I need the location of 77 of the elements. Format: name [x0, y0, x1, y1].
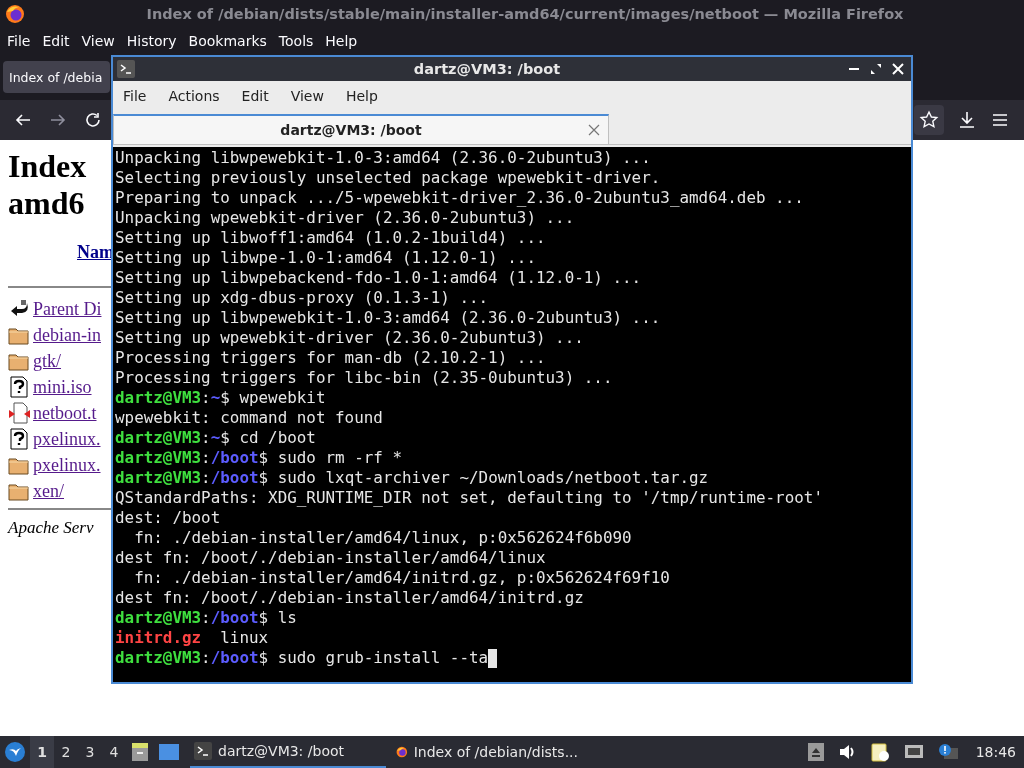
terminal-tab[interactable]: dartz@VM3: /boot [113, 114, 609, 144]
menu-item[interactable]: Bookmarks [188, 33, 267, 49]
start-menu-icon[interactable] [4, 741, 26, 763]
eject-icon[interactable] [807, 743, 824, 761]
page-heading: Index [8, 148, 87, 185]
menu-item[interactable]: Help [345, 88, 378, 104]
server-signature: Apache Serv [8, 518, 94, 538]
menu-item[interactable]: Help [325, 33, 358, 49]
terminal-line: dartz@VM3:/boot$ sudo grub-install --ta [115, 648, 911, 668]
firefox-icon [5, 4, 25, 24]
terminal-line: fn: ./debian-installer/amd64/linux, p:0x562624f6b090 [133, 528, 633, 548]
terminal-line: Setting up xdg-dbus-proxy (0.1.3-1) ... [115, 288, 490, 308]
terminal-icon [194, 742, 212, 760]
menu-item[interactable]: Edit [241, 88, 269, 104]
terminal-line: initrd.gz linux [115, 628, 270, 648]
terminal-line: Selecting previously unselected package wpewebkit-driver. [115, 168, 662, 188]
terminal-line: dartz@VM3:/boot$ ls [115, 608, 298, 628]
terminal-line: dest fn: /boot/./debian-installer/amd64/initrd.gz [115, 588, 585, 608]
file-link[interactable]: mini.iso [33, 376, 92, 398]
browser-tab[interactable]: Index of /debia [3, 61, 110, 93]
notification-icon[interactable] [937, 743, 958, 761]
terminal-line: Setting up libwpebackend-fdo-1.0-1:amd64 (1.12.0-1) ... [115, 268, 643, 288]
desktop-switch[interactable]: 2 [54, 736, 78, 768]
taskbar-button[interactable]: dartz@VM3: /boot [190, 736, 386, 768]
terminal-line: fn: ./debian-installer/amd64/initrd.gz, p:0x562624f69f10 [133, 568, 671, 588]
download-icon[interactable] [957, 110, 977, 130]
maximize-icon[interactable] [869, 62, 883, 76]
menu-item[interactable]: File [7, 33, 31, 49]
terminal-line: dartz@VM3:~$ cd /boot [115, 428, 317, 448]
file-link[interactable]: gtk/ [33, 350, 61, 372]
terminal-line: dest fn: /boot/./debian-installer/amd64/linux [115, 548, 547, 568]
menu-item[interactable]: History [126, 33, 177, 49]
terminal-line: Setting up libwpe-1.0-1:amd64 (1.12.0-1) ... [115, 248, 537, 268]
page-heading: amd6 [8, 185, 85, 222]
network-icon[interactable] [903, 743, 924, 761]
terminal-line: Preparing to unpack .../5-wpewebkit-driver_2.36.0-2ubuntu3_amd64.deb ... [115, 188, 805, 208]
desktop-icon[interactable] [158, 742, 180, 762]
terminal-line: Setting up libwpewebkit-1.0-3:amd64 (2.36.0-2ubuntu3) ... [115, 308, 662, 328]
terminal-line: Unpacking wpewebkit-driver (2.36.0-2ubuntu3) ... [115, 208, 576, 228]
clipboard-icon[interactable] [869, 742, 890, 762]
menu-item[interactable]: Actions [168, 88, 220, 104]
terminal-line: Processing triggers for libc-bin (2.35-0ubuntu3) ... [115, 368, 614, 388]
terminal-line: Processing triggers for man-db (2.10.2-1) ... [115, 348, 547, 368]
file-link[interactable]: Parent Di [33, 298, 102, 320]
terminal-line: Setting up wpewebkit-driver (2.36.0-2ubuntu3) ... [115, 328, 585, 348]
volume-icon[interactable] [837, 743, 856, 761]
window-title: dartz@VM3: /boot [412, 61, 562, 77]
desktop-switch[interactable]: 3 [78, 736, 102, 768]
terminal-icon [117, 60, 135, 78]
taskbar-button[interactable]: Index of /debian/dists... [392, 736, 588, 768]
terminal-line: dartz@VM3:~$ wpewebkit [115, 388, 327, 408]
terminal-line: QStandardPaths: XDG_RUNTIME_DIR not set, defaulting to '/tmp/runtime-root' [115, 488, 824, 508]
terminal-line: dest: /boot [115, 508, 222, 528]
file-cabinet-icon[interactable] [130, 742, 150, 762]
question-file-icon [8, 376, 30, 398]
clock[interactable]: 18:46 [975, 744, 1016, 760]
menu-item[interactable]: Tools [278, 33, 314, 49]
file-link[interactable]: debian-in [33, 324, 101, 346]
terminal-line: dartz@VM3:/boot$ sudo rm -rf * [115, 448, 404, 468]
window-title: Index of /debian/dists/stable/main/installer-amd64/current/images/netboot — Mozilla Firefox [145, 6, 905, 22]
menu-item[interactable]: Edit [42, 33, 70, 49]
desktop-switch[interactable]: 1 [30, 736, 54, 768]
terminal-line: Setting up libwoff1:amd64 (1.0.2-1build4) ... [115, 228, 547, 248]
file-link[interactable]: netboot.t [33, 402, 97, 424]
file-link[interactable]: pxelinux. [33, 454, 101, 476]
terminal-line: dartz@VM3:/boot$ sudo lxqt-archiver ~/Downloads/netboot.tar.gz [115, 468, 710, 488]
terminal-line: wpewebkit: command not found [115, 408, 384, 428]
reload-icon[interactable] [84, 111, 102, 129]
menu-item[interactable]: File [123, 88, 147, 104]
menu-item[interactable]: View [81, 33, 115, 49]
question-file-icon [8, 428, 30, 450]
desktop-switch[interactable]: 4 [102, 736, 126, 768]
menu-item[interactable]: View [290, 88, 324, 104]
file-link[interactable]: xen/ [33, 480, 64, 502]
file-link[interactable]: pxelinux. [33, 428, 101, 450]
file-icon [8, 402, 30, 424]
terminal-line: Unpacking libwpewebkit-1.0-3:amd64 (2.36.0-2ubuntu3) ... [115, 148, 652, 168]
